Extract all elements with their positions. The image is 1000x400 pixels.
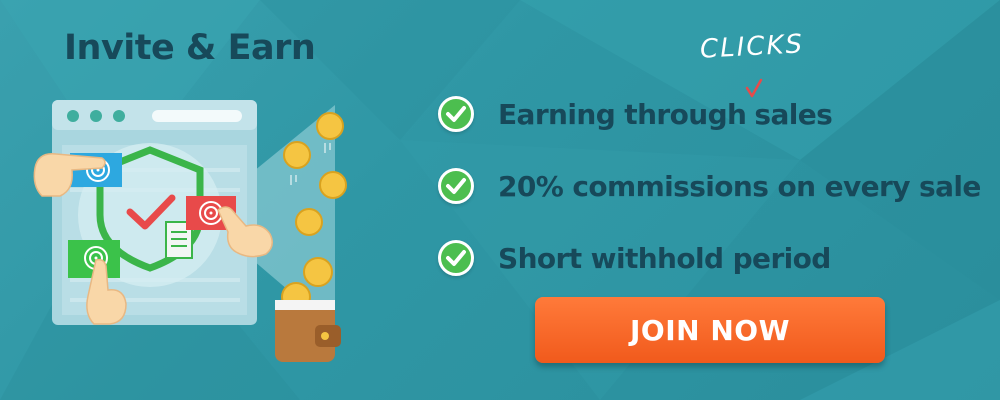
feature-text-before: Earning through [498,97,747,131]
list-item: Short withhold period [438,222,998,294]
check-circle-icon [438,240,474,276]
feature-text: 20% commissions on every sale [498,169,981,203]
check-circle-icon [438,168,474,204]
feature-text-after: sales [754,97,833,131]
list-item: 20% commissions on every sale [438,150,998,222]
wallet-icon [275,300,341,362]
handwritten-correction: CLICKS [699,29,805,65]
check-circle-icon [438,96,474,132]
join-now-button[interactable]: JOIN NOW [535,297,885,363]
feature-text: Earning through sales [498,97,833,131]
feature-list: Earning through sales 20% commissions on … [438,78,998,294]
feature-text: Short withhold period [498,241,831,275]
invite-earn-illustration [33,100,347,362]
list-item: Earning through sales [438,78,998,150]
